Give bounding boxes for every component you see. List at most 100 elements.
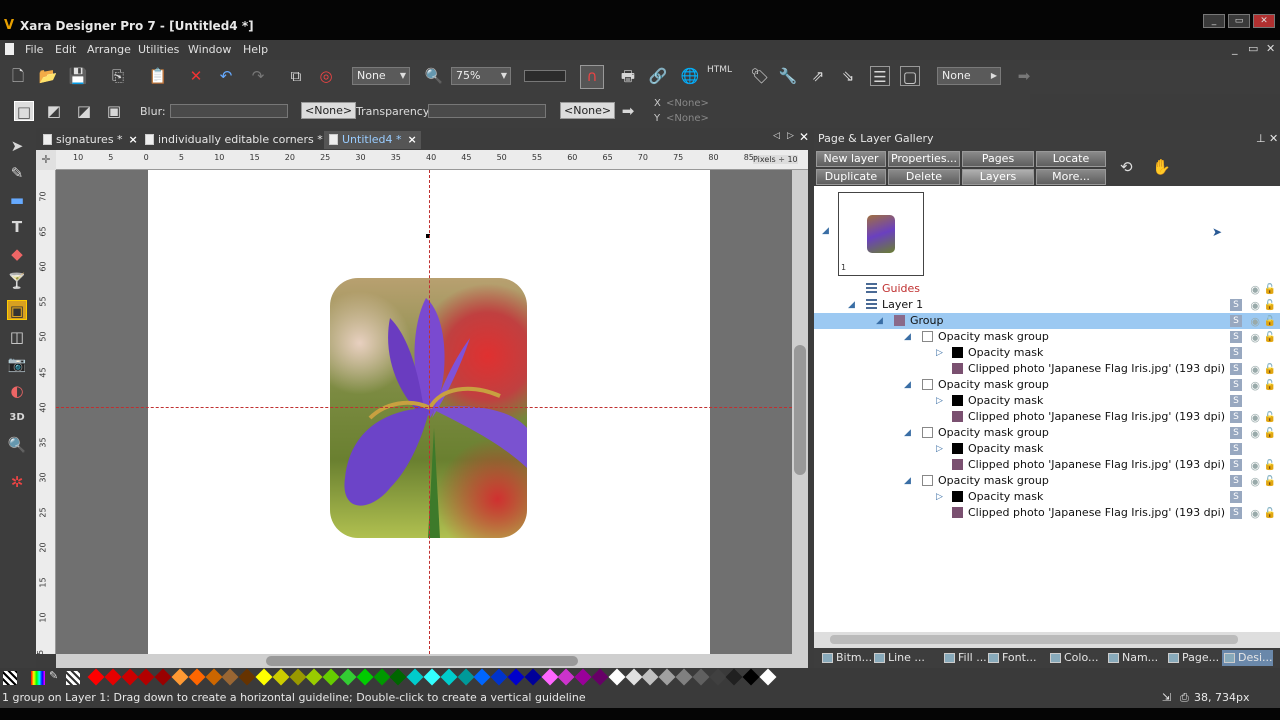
doc-minimize-icon[interactable]: _	[1232, 42, 1238, 55]
colour-swatch[interactable]	[322, 668, 340, 686]
quality-combo[interactable]: None ▼	[352, 67, 410, 85]
menu-file[interactable]: File	[25, 43, 43, 56]
tab-scroll-left-icon[interactable]: ◁	[773, 131, 780, 141]
colour-swatch[interactable]	[305, 668, 323, 686]
snap-toggle-icon[interactable]: S	[1230, 331, 1242, 343]
import-icon[interactable]: ⇘	[838, 66, 858, 86]
layer-row[interactable]: ▷ Opacity mask S	[814, 393, 1280, 409]
no-colour-icon[interactable]	[3, 671, 17, 685]
3d-tool-icon[interactable]: 3D	[7, 408, 27, 428]
wrench-icon[interactable]: 🔧	[778, 66, 798, 86]
expand-icon[interactable]: ◢	[904, 473, 911, 489]
tab-signatures[interactable]: signatures * ×	[38, 131, 138, 149]
menu-arrange[interactable]: Arrange	[87, 43, 131, 56]
colour-swatch[interactable]	[625, 668, 643, 686]
colour-swatch[interactable]	[574, 668, 592, 686]
expand-icon[interactable]: ◢	[904, 329, 911, 345]
scroll-thumb[interactable]	[830, 635, 1238, 644]
align-icon[interactable]: ☰	[870, 66, 890, 86]
lock-icon[interactable]: 🔓	[1264, 330, 1276, 346]
close-button[interactable]: ✕	[1253, 14, 1275, 28]
colour-swatch[interactable]	[104, 668, 122, 686]
save-icon[interactable]: 💾	[68, 66, 88, 86]
transparency-slider[interactable]	[428, 104, 546, 118]
colour-swatch[interactable]	[171, 668, 189, 686]
gallery-tab[interactable]: Nam...	[1106, 650, 1158, 666]
web-icon[interactable]: 🌐	[680, 66, 700, 86]
visibility-eye-icon[interactable]: ◉	[1250, 426, 1260, 442]
shadow-wall-icon[interactable]: ◩	[44, 101, 64, 121]
lock-icon[interactable]: 🔓	[1264, 458, 1276, 474]
visibility-eye-icon[interactable]: ◉	[1250, 458, 1260, 474]
colour-swatch[interactable]	[373, 668, 391, 686]
visibility-eye-icon[interactable]: ◉	[1250, 378, 1260, 394]
visibility-eye-icon[interactable]: ◉	[1250, 362, 1260, 378]
close-icon[interactable]: ×	[129, 133, 138, 146]
shadow-floor-icon[interactable]: ◪	[74, 101, 94, 121]
colour-swatch[interactable]	[490, 668, 508, 686]
freehand-tool-icon[interactable]: ✎	[7, 163, 27, 183]
colour-swatch[interactable]	[221, 668, 239, 686]
link-icon[interactable]: 🔗	[648, 66, 668, 86]
apply-arrow-icon[interactable]: ➡	[1014, 66, 1034, 86]
contour-tool-icon[interactable]: ◫	[7, 327, 27, 347]
colour-swatch[interactable]	[641, 668, 659, 686]
layer-row[interactable]: Guides ◉ 🔓	[814, 281, 1280, 297]
snap-toggle-icon[interactable]: S	[1230, 395, 1242, 407]
zoom-tool-icon[interactable]: 🔍	[7, 435, 27, 455]
snap-toggle-icon[interactable]: S	[1230, 459, 1242, 471]
layer-row[interactable]: Clipped photo 'Japanese Flag Iris.jpg' (…	[814, 409, 1280, 425]
expand-icon[interactable]: ◢	[904, 377, 911, 393]
layer-row[interactable]: Clipped photo 'Japanese Flag Iris.jpg' (…	[814, 505, 1280, 521]
colour-swatch[interactable]	[255, 668, 273, 686]
copy-icon[interactable]: ⎘	[108, 66, 128, 86]
tab-individually-editable-corners[interactable]: individually editable corners *×	[140, 131, 338, 149]
close-icon[interactable]: ✕	[799, 130, 809, 144]
zoom-icon[interactable]: 🔍	[424, 66, 444, 86]
transparency-tool-icon[interactable]: 🍸	[7, 271, 27, 291]
layer-row[interactable]: Clipped photo 'Japanese Flag Iris.jpg' (…	[814, 457, 1280, 473]
ruler-corner[interactable]: ✛	[36, 150, 56, 170]
snap-toggle-icon[interactable]: S	[1230, 315, 1242, 327]
shadow-tool-icon[interactable]: ▣	[7, 300, 27, 320]
rectangle-tool-icon[interactable]: ▬	[7, 190, 27, 210]
colour-swatch[interactable]	[423, 668, 441, 686]
more-button[interactable]: More...	[1036, 169, 1106, 185]
zoom-combo[interactable]: 75% ▼	[451, 67, 511, 85]
snap-toggle-icon[interactable]: S	[1230, 507, 1242, 519]
colour-swatch[interactable]	[406, 668, 424, 686]
colour-swatch[interactable]	[440, 668, 458, 686]
colour-swatch[interactable]	[524, 668, 542, 686]
gallery-tab[interactable]: Desi...	[1222, 650, 1273, 666]
colour-swatch[interactable]	[658, 668, 676, 686]
expand-icon[interactable]: ◢	[822, 226, 829, 236]
collapse-icon[interactable]: ▷	[936, 441, 943, 457]
colour-swatch[interactable]	[725, 668, 743, 686]
colour-swatch[interactable]	[709, 668, 727, 686]
right-combo[interactable]: None ▶	[937, 67, 1001, 85]
visibility-eye-icon[interactable]: ◉	[1250, 506, 1260, 522]
gallery-tab[interactable]: Fill ...	[942, 650, 987, 666]
layer-row[interactable]: ◢ Opacity mask group S ◉ 🔓	[814, 473, 1280, 489]
layer-row[interactable]: ◢ Opacity mask group S ◉ 🔓	[814, 377, 1280, 393]
gallery-tab[interactable]: Line ...	[872, 650, 925, 666]
menu-help[interactable]: Help	[243, 43, 268, 56]
frame-icon[interactable]: ▢	[900, 66, 920, 86]
minimize-button[interactable]: _	[1203, 14, 1225, 28]
horizontal-guideline[interactable]	[56, 407, 792, 408]
fill-tool-icon[interactable]: ◆	[7, 244, 27, 264]
redo-icon[interactable]: ↷	[248, 66, 268, 86]
bevel-tool-icon[interactable]: ◐	[7, 381, 27, 401]
lock-icon[interactable]: 🔓	[1264, 506, 1276, 522]
y-field[interactable]: <None>	[666, 113, 712, 124]
undo-icon[interactable]: ↶	[216, 66, 236, 86]
snap-toggle-icon[interactable]: S	[1230, 491, 1242, 503]
snap-magnet-icon[interactable]: ∩	[580, 65, 604, 89]
colour-swatch[interactable]	[238, 668, 256, 686]
export-icon[interactable]: ⇗	[808, 66, 828, 86]
lock-icon[interactable]: 🔓	[1264, 410, 1276, 426]
collapse-icon[interactable]: ▷	[936, 393, 943, 409]
text-tool-icon[interactable]: T	[7, 217, 27, 237]
colour-swatch[interactable]	[591, 668, 609, 686]
lock-icon[interactable]: 🔓	[1264, 282, 1276, 298]
